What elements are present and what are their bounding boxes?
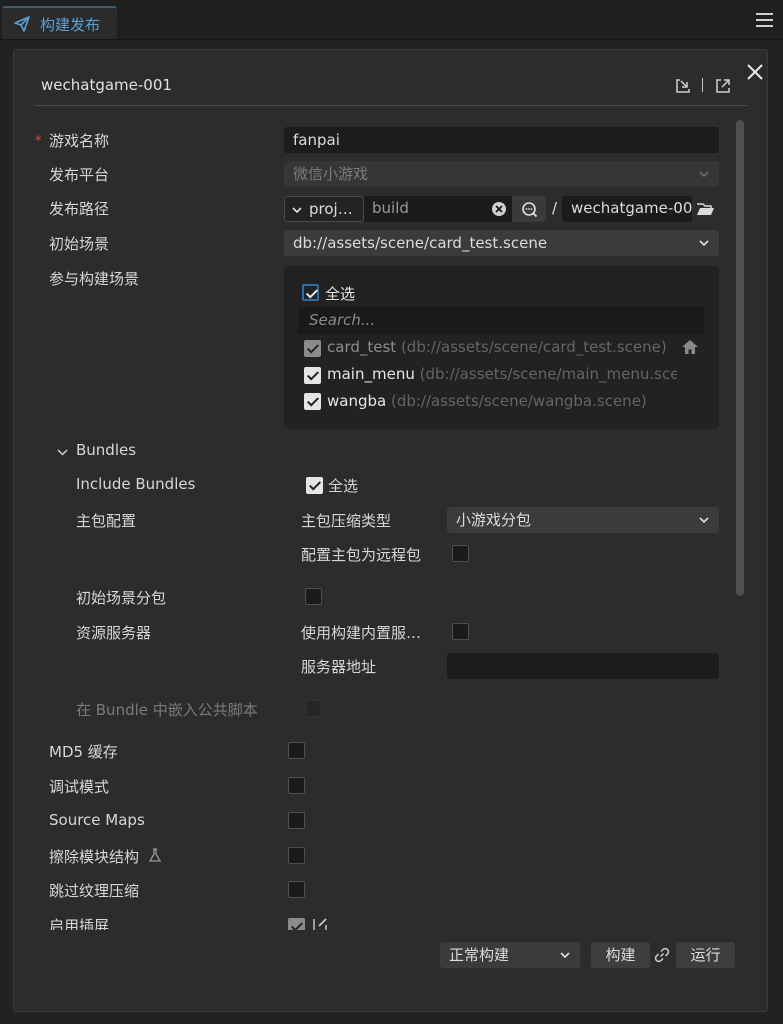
chevron-down-icon (699, 517, 709, 524)
clipped-row: 启用插屏 (14, 913, 734, 930)
folder-name-input[interactable]: wechatgame-001 (562, 196, 692, 222)
build-button[interactable]: 构建 (591, 942, 650, 968)
import-icon[interactable] (674, 77, 692, 95)
platform-select: 微信小游戏 (284, 161, 719, 187)
remote-main-label: 配置主包为远程包 (301, 546, 422, 564)
include-bundles-label: Include Bundles (76, 475, 196, 493)
build-mode-value: 正常构建 (449, 946, 510, 964)
build-mode-select[interactable]: 正常构建 (440, 942, 580, 968)
run-button[interactable]: 运行 (676, 942, 735, 968)
list-item: wangba (db://assets/scene/wangba.scene) (327, 392, 647, 410)
main-config-label: 主包配置 (76, 512, 137, 530)
folder-name-value: wechatgame-001 (571, 199, 692, 217)
build-panel: wechatgame-001 * 游戏名称 fanpai 发布平台 微信小游戏 … (13, 49, 768, 1012)
erase-module-checkbox[interactable] (288, 847, 305, 864)
export-icon[interactable] (714, 77, 732, 95)
panel-title: wechatgame-001 (41, 76, 172, 94)
path-prefix-value: proj… (309, 200, 353, 218)
home-icon (682, 340, 698, 354)
md5-cache-checkbox[interactable] (288, 742, 305, 759)
chevron-down-icon (699, 171, 709, 178)
scene-list-box: 全选 Search... card_test (db://assets/scen… (284, 266, 719, 429)
title-divider (35, 105, 748, 106)
path-separator: / (552, 199, 558, 217)
debug-mode-label: 调试模式 (49, 778, 110, 796)
scrollbar[interactable] (736, 120, 744, 596)
use-builtin-server-checkbox[interactable] (452, 623, 469, 640)
link-icon[interactable] (654, 947, 670, 963)
scene-checkbox-card-test (304, 340, 321, 357)
edit-icon[interactable] (312, 917, 328, 930)
compression-type-select[interactable]: 小游戏分包 (447, 507, 719, 533)
folder-open-icon[interactable] (696, 201, 715, 217)
insert-screen-checkbox[interactable] (288, 918, 305, 930)
tab-build-publish[interactable]: 构建发布 (2, 6, 117, 39)
md5-cache-label: MD5 缓存 (49, 743, 118, 761)
game-name-label: 游戏名称 (49, 132, 110, 150)
erase-module-label: 擦除模块结构 (49, 848, 140, 866)
include-bundles-all-label: 全选 (328, 477, 359, 495)
path-prefix-select[interactable]: proj… (284, 196, 364, 222)
platform-label: 发布平台 (49, 166, 110, 184)
select-all-scenes-label: 全选 (325, 285, 356, 303)
resource-server-label: 资源服务器 (76, 624, 152, 642)
insert-screen-label: 启用插屏 (49, 917, 110, 930)
scene-path: (db://assets/scene/card_test.scene) (400, 338, 667, 356)
list-item: main_menu (db://assets/scene/main_menu.s… (327, 365, 677, 383)
panel-wrap: wechatgame-001 * 游戏名称 fanpai 发布平台 微信小游戏 … (0, 40, 783, 1024)
start-scene-select[interactable]: db://assets/scene/card_test.scene (284, 230, 719, 256)
embed-common-checkbox (305, 700, 322, 717)
scene-name: card_test (327, 338, 397, 356)
use-builtin-server-label: 使用构建内置服… (301, 624, 422, 642)
debug-mode-checkbox[interactable] (288, 777, 305, 794)
tab-label: 构建发布 (40, 16, 101, 34)
send-icon (14, 16, 30, 32)
select-all-scenes-checkbox[interactable] (302, 284, 319, 301)
platform-value: 微信小游戏 (293, 165, 369, 183)
compression-type-value: 小游戏分包 (456, 511, 532, 529)
skip-texture-checkbox[interactable] (288, 881, 305, 898)
required-mark: * (35, 134, 42, 149)
start-scene-label: 初始场景 (49, 235, 110, 253)
include-bundles-checkbox[interactable] (306, 477, 323, 494)
search-icon (522, 202, 538, 218)
skip-texture-label: 跳过纹理压缩 (49, 882, 140, 900)
build-path-input[interactable]: build (364, 196, 512, 222)
start-scene-subpack-label: 初始场景分包 (76, 589, 167, 607)
game-name-input[interactable]: fanpai (284, 127, 719, 153)
remote-main-checkbox[interactable] (452, 545, 469, 562)
bundles-section-toggle[interactable]: Bundles (76, 441, 136, 459)
scene-checkbox-main-menu[interactable] (304, 367, 321, 384)
server-address-input[interactable] (447, 653, 719, 679)
start-scene-subpack-checkbox[interactable] (305, 588, 322, 605)
menu-icon[interactable] (756, 13, 773, 27)
compression-type-label: 主包压缩类型 (301, 512, 392, 530)
build-path-value: build (372, 199, 409, 217)
chevron-down-icon (560, 952, 570, 959)
close-icon[interactable] (745, 62, 765, 82)
scene-search-input[interactable]: Search... (298, 307, 704, 334)
scene-name: main_menu (327, 365, 415, 383)
list-item: card_test (db://assets/scene/card_test.s… (327, 338, 667, 356)
scene-checkbox-wangba[interactable] (304, 393, 321, 410)
build-path-label: 发布路径 (49, 200, 110, 218)
chevron-down-icon (292, 207, 302, 214)
clear-icon[interactable] (491, 201, 507, 217)
path-search-button[interactable] (512, 196, 546, 222)
source-maps-checkbox[interactable] (288, 812, 305, 829)
top-bar: 构建发布 (0, 0, 783, 40)
embed-common-label: 在 Bundle 中嵌入公共脚本 (76, 701, 258, 719)
start-scene-value: db://assets/scene/card_test.scene (293, 234, 548, 252)
chevron-down-icon[interactable] (57, 447, 68, 458)
chevron-down-icon (699, 240, 709, 247)
lab-flask-icon (148, 848, 162, 862)
scene-name: wangba (327, 392, 387, 410)
scene-path: (db://assets/scene/wangba.scene) (390, 392, 647, 410)
scene-path: (db://assets/scene/main_menu.scene) (419, 365, 677, 383)
header-divider (702, 78, 703, 92)
source-maps-label: Source Maps (49, 811, 145, 829)
server-address-label: 服务器地址 (301, 658, 377, 676)
build-scenes-label: 参与构建场景 (49, 270, 140, 288)
